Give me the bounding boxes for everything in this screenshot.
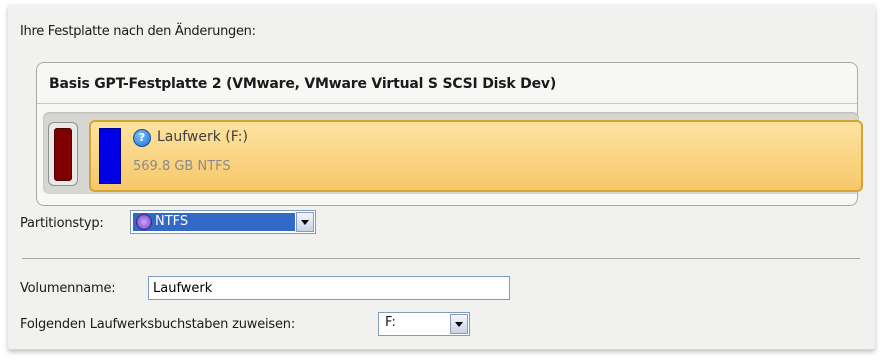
ntfs-icon: [136, 214, 152, 230]
properties-panel: Ihre Festplatte nach den Änderungen: Bas…: [8, 4, 875, 349]
drive-letter-value: F:: [385, 315, 396, 330]
small-partition-block[interactable]: [48, 122, 78, 186]
divider: [22, 258, 860, 259]
partition-type-selected: NTFS: [133, 213, 295, 231]
volume-name-input[interactable]: [148, 276, 510, 300]
drive-letter-label: Folgenden Laufwerksbuchstaben zuweisen:: [20, 317, 295, 332]
volume-name-label: Volumenname:: [20, 281, 116, 296]
partition-usage-bar: [99, 128, 121, 184]
partition-type-label: Partitionstyp:: [20, 216, 104, 231]
partition-block-laufwerk[interactable]: ? Laufwerk (F:) 569.8 GB NTFS: [89, 120, 863, 192]
drive-letter-select[interactable]: F:: [378, 312, 470, 336]
disk-map: Basis GPT-Festplatte 2 (VMware, VMware V…: [36, 62, 863, 206]
chevron-down-icon[interactable]: [450, 314, 468, 334]
small-partition-fill: [54, 128, 72, 181]
partition-type-select[interactable]: NTFS: [130, 210, 316, 234]
partition-type-value: NTFS: [155, 214, 189, 229]
disk-title: Basis GPT-Festplatte 2 (VMware, VMware V…: [49, 76, 557, 92]
section-heading: Ihre Festplatte nach den Änderungen:: [20, 24, 256, 39]
partition-name: Laufwerk (F:): [157, 129, 248, 145]
disk-layout: ? Laufwerk (F:) 569.8 GB NTFS: [37, 103, 863, 206]
help-icon[interactable]: ?: [133, 129, 151, 147]
chevron-down-icon[interactable]: [296, 212, 314, 232]
partition-info: 569.8 GB NTFS: [133, 159, 231, 174]
disk-track: ? Laufwerk (F:) 569.8 GB NTFS: [43, 112, 863, 194]
